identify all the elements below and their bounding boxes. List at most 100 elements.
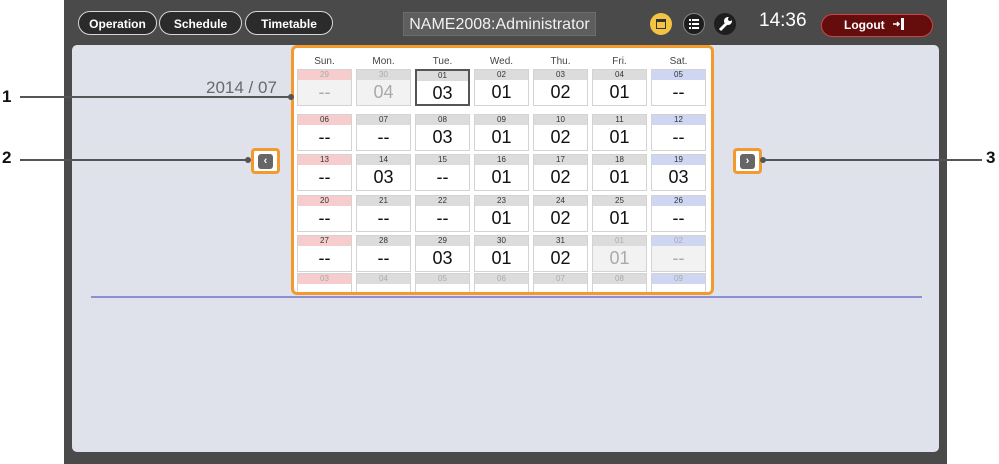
- calendar-day-cell[interactable]: 08: [592, 273, 647, 292]
- day-number: 13: [298, 155, 351, 165]
- tab-schedule[interactable]: Schedule: [159, 11, 242, 35]
- timetable-number: 02: [550, 82, 571, 102]
- timetable-number: --: [672, 208, 685, 228]
- timetable-number: --: [436, 208, 449, 228]
- calendar-scrollbar[interactable]: [712, 72, 714, 290]
- calendar-day-cell[interactable]: 14 03: [356, 154, 411, 191]
- exit-door-icon: [893, 18, 904, 30]
- timetable-number: --: [436, 167, 449, 187]
- calendar-day-cell[interactable]: 08 03: [415, 114, 470, 151]
- calendar-day-cell[interactable]: 28 --: [356, 235, 411, 272]
- calendar-icon[interactable]: [650, 13, 672, 35]
- next-month-button[interactable]: ›: [733, 148, 762, 174]
- weekday-header: Thu.: [550, 56, 571, 67]
- weekday-header: Wed.: [489, 56, 514, 67]
- calendar-day-cell[interactable]: 01 03: [415, 69, 470, 106]
- callout-line-1: [20, 96, 291, 98]
- weekday-header: Fri.: [612, 56, 627, 67]
- calendar-day-cell[interactable]: 03 02: [533, 69, 588, 106]
- calendar-day-cell[interactable]: 30 04: [356, 69, 411, 106]
- divider-line: [91, 296, 922, 298]
- day-number: 29: [298, 70, 351, 80]
- calendar-day-cell[interactable]: 04: [356, 273, 411, 292]
- calendar-day-cell[interactable]: 04 01: [592, 69, 647, 106]
- tab-timetable[interactable]: Timetable: [245, 11, 333, 35]
- day-number: 30: [357, 70, 410, 80]
- calendar-day-cell[interactable]: 09 01: [474, 114, 529, 151]
- calendar-day-cell[interactable]: 05: [415, 273, 470, 292]
- calendar-day-cell[interactable]: 24 02: [533, 195, 588, 232]
- calendar-day-cell[interactable]: 09: [651, 273, 706, 292]
- day-number: 05: [416, 274, 469, 284]
- day-number: 04: [357, 274, 410, 284]
- timetable-number: --: [318, 208, 331, 228]
- calendar-day-cell[interactable]: 02 --: [651, 235, 706, 272]
- calendar-day-cell[interactable]: 17 02: [533, 154, 588, 191]
- day-number: 05: [652, 70, 705, 80]
- calendar-day-cell[interactable]: 19 03: [651, 154, 706, 191]
- calendar-day-cell[interactable]: 25 01: [592, 195, 647, 232]
- wrench-icon[interactable]: [714, 13, 736, 35]
- day-number: 07: [534, 274, 587, 284]
- calendar-day-cell[interactable]: 21 --: [356, 195, 411, 232]
- timetable-number: 02: [550, 167, 571, 187]
- calendar-day-cell[interactable]: 05 --: [651, 69, 706, 106]
- timetable-number: 02: [550, 208, 571, 228]
- day-number: 09: [652, 274, 705, 284]
- calendar-day-cell[interactable]: 15 --: [415, 154, 470, 191]
- timetable-number: 01: [609, 127, 630, 147]
- timetable-number: 03: [432, 248, 453, 268]
- timetable-number: 01: [491, 208, 512, 228]
- calendar-day-cell[interactable]: 07: [533, 273, 588, 292]
- timetable-number: --: [318, 167, 331, 187]
- calendar-day-cell[interactable]: 30 01: [474, 235, 529, 272]
- calendar-day-cell[interactable]: 11 01: [592, 114, 647, 151]
- callout-dot-3: [760, 157, 766, 163]
- calendar-day-cell[interactable]: 23 01: [474, 195, 529, 232]
- day-number: 08: [416, 115, 469, 125]
- calendar-day-cell[interactable]: 31 02: [533, 235, 588, 272]
- calendar-day-cell[interactable]: 27 --: [297, 235, 352, 272]
- timetable-number: --: [672, 127, 685, 147]
- tab-operation[interactable]: Operation: [78, 11, 157, 35]
- calendar-day-cell[interactable]: 18 01: [592, 154, 647, 191]
- timetable-number: 03: [432, 83, 453, 103]
- list-icon[interactable]: [683, 13, 705, 35]
- calendar-day-cell[interactable]: 02 01: [474, 69, 529, 106]
- timetable-number: 01: [609, 208, 630, 228]
- day-number: 28: [357, 236, 410, 246]
- calendar-day-cell[interactable]: 16 01: [474, 154, 529, 191]
- calendar-day-cell[interactable]: 06 --: [297, 114, 352, 151]
- timetable-number: --: [377, 127, 390, 147]
- calendar-day-cell[interactable]: 13 --: [297, 154, 352, 191]
- day-number: 30: [475, 236, 528, 246]
- timetable-number: --: [377, 248, 390, 268]
- timetable-number: 02: [550, 127, 571, 147]
- callout-line-3: [762, 159, 982, 161]
- scrollbar-thumb[interactable]: [713, 88, 714, 248]
- calendar-day-cell[interactable]: 07 --: [356, 114, 411, 151]
- day-number: 20: [298, 196, 351, 206]
- timetable-number: 01: [491, 248, 512, 268]
- calendar-day-cell[interactable]: 06: [474, 273, 529, 292]
- calendar-day-cell[interactable]: 22 --: [415, 195, 470, 232]
- day-number: 09: [475, 115, 528, 125]
- calendar-day-cell[interactable]: 01 01: [592, 235, 647, 272]
- day-number: 24: [534, 196, 587, 206]
- logout-button[interactable]: Logout: [821, 14, 933, 37]
- callout-dot-1: [288, 94, 294, 100]
- calendar-day-cell[interactable]: 29 --: [297, 69, 352, 106]
- calendar-day-cell[interactable]: 26 --: [651, 195, 706, 232]
- calendar-day-cell[interactable]: 29 03: [415, 235, 470, 272]
- calendar-day-cell[interactable]: 12 --: [651, 114, 706, 151]
- day-number: 01: [417, 71, 468, 81]
- timetable-number: --: [672, 82, 685, 102]
- calendar-day-cell[interactable]: 03: [297, 273, 352, 292]
- calendar-day-cell[interactable]: 10 02: [533, 114, 588, 151]
- callout-2: 2: [2, 148, 12, 167]
- day-number: 02: [652, 236, 705, 246]
- day-number: 29: [416, 236, 469, 246]
- prev-month-button[interactable]: ‹: [251, 148, 280, 174]
- day-number: 12: [652, 115, 705, 125]
- calendar-day-cell[interactable]: 20 --: [297, 195, 352, 232]
